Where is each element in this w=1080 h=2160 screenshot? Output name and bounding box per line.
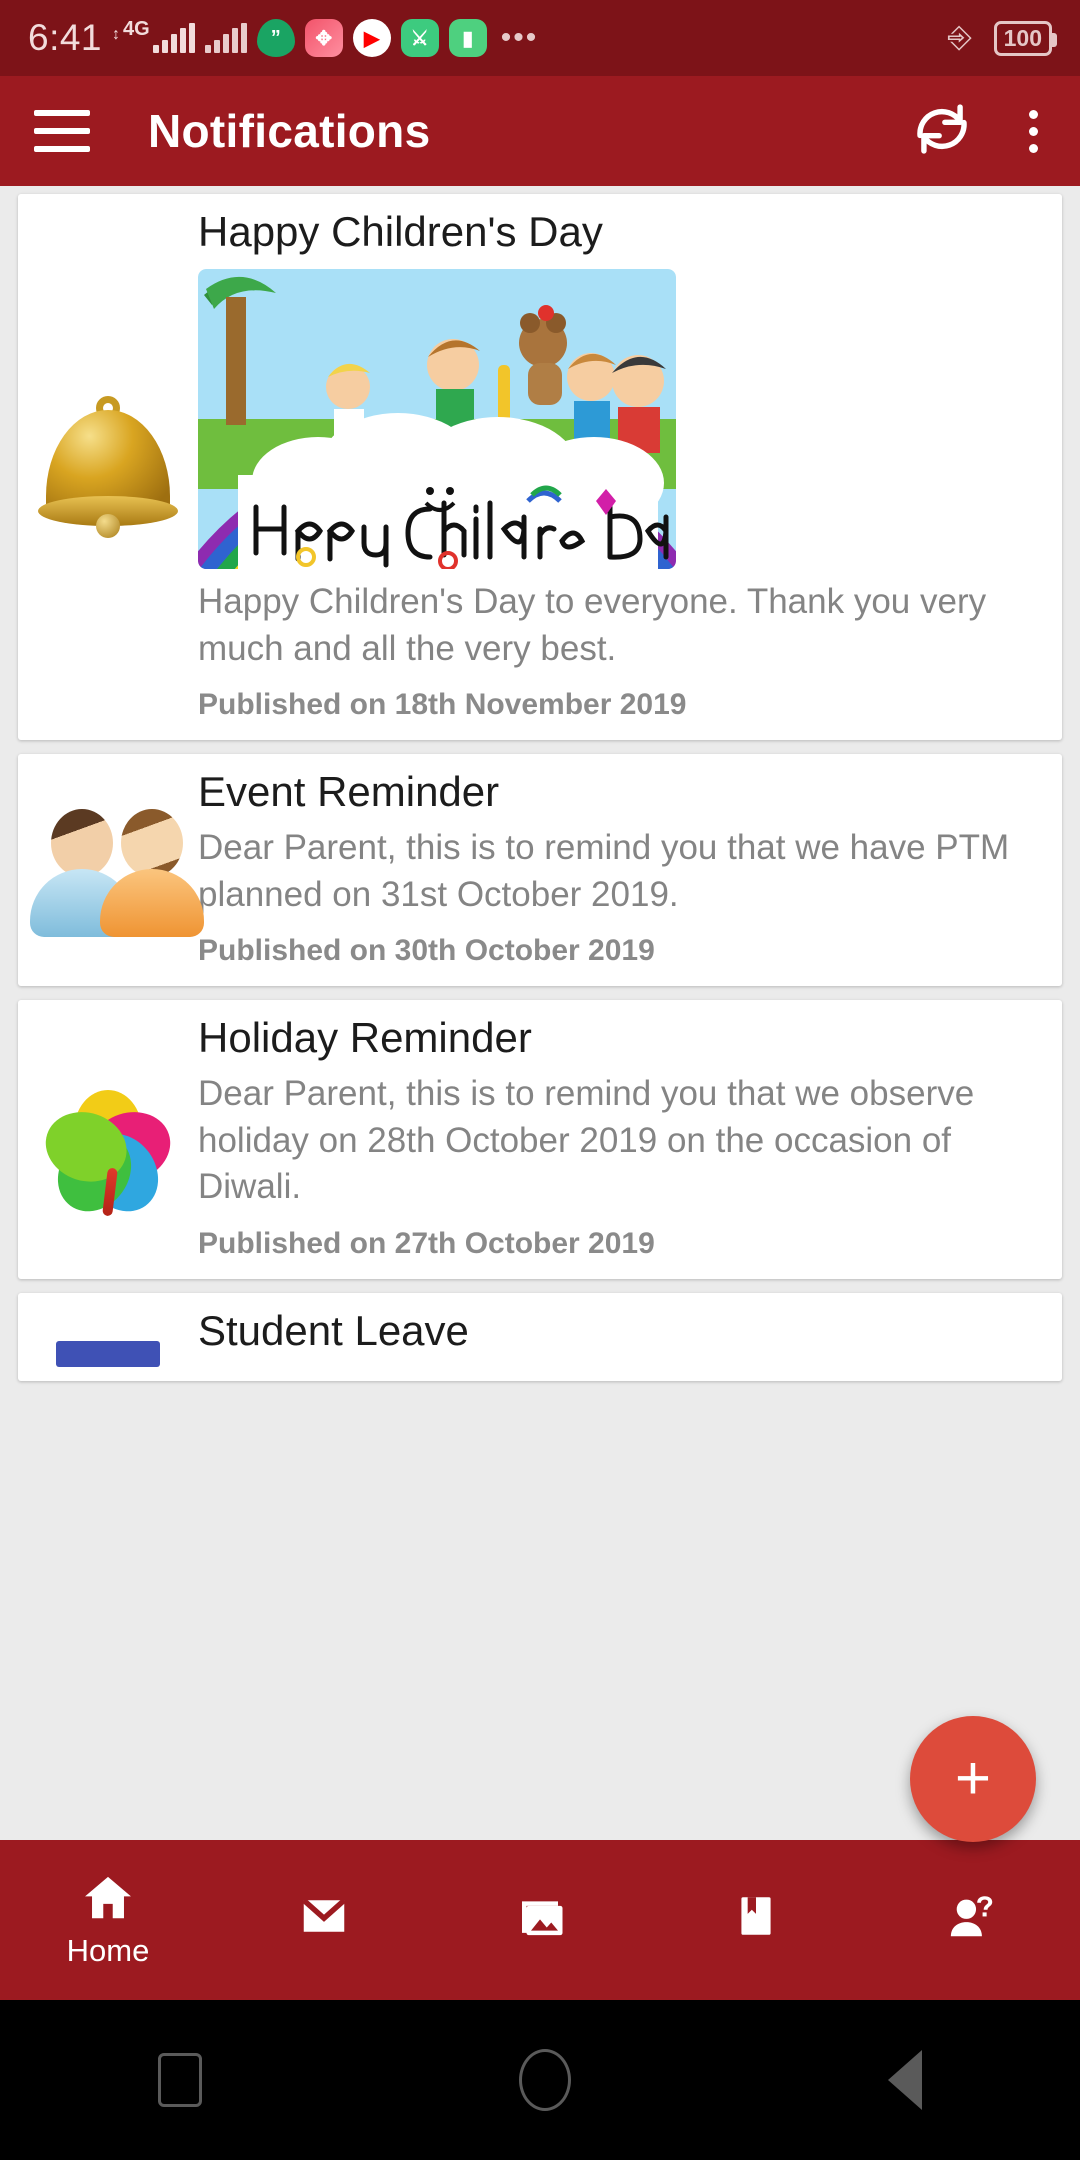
notification-title: Holiday Reminder [198, 1014, 532, 1062]
notification-title: Student Leave [198, 1306, 469, 1354]
phone-screen: 6:41 ↕ 4G ” ✥ ▶ ⚔ ▮ ••• ⎆ 100 Notificati… [0, 0, 1080, 2160]
plus-icon: + [954, 1744, 992, 1813]
status-bar: 6:41 ↕ 4G ” ✥ ▶ ⚔ ▮ ••• ⎆ 100 [0, 0, 1080, 76]
notification-published: Published on 27th October 2019 [198, 1226, 655, 1260]
gallery-icon [510, 1889, 570, 1943]
quote-app-icon: ” [256, 19, 295, 57]
notification-description: Dear Parent, this is to remind you that … [198, 1074, 975, 1207]
card-body: Happy Children's Day Happy Children's Da… [198, 208, 1062, 722]
notification-card[interactable]: Happy Children's Day Happy Children's Da… [18, 194, 1062, 741]
hamburger-menu-icon[interactable] [34, 110, 90, 152]
fitness-app-icon: ✥ [304, 19, 343, 57]
card-icon [18, 1014, 198, 1261]
notification-description: Happy Children's Day to everyone. Thank … [198, 582, 987, 668]
nav-item-mail[interactable] [216, 1889, 432, 1951]
triangle-back-icon[interactable] [887, 2050, 922, 2110]
notification-published: Published on 30th October 2019 [198, 934, 655, 968]
card-body: Event Reminder Dear Parent, this is to r… [198, 768, 1062, 968]
notification-published: Published on 18th November 2019 [198, 688, 687, 722]
green-app-icon: ⚔ [400, 19, 439, 57]
nav-item-home[interactable]: Home [0, 1871, 216, 1969]
signal-bars-sim2-icon [204, 23, 247, 53]
card-icon [18, 208, 198, 722]
nav-item-bookmark[interactable] [648, 1889, 864, 1951]
nav-item-gallery[interactable] [432, 1889, 648, 1951]
bottom-navigation: Home [0, 1840, 1080, 2000]
vibrate-icon: ⎆ [947, 21, 972, 54]
parents-icon [28, 793, 204, 943]
network-type-label: 4G [123, 18, 150, 40]
nav-label-home: Home [66, 1933, 150, 1968]
circle-home-icon[interactable] [518, 2049, 571, 2111]
signal-bars-sim1-icon [152, 23, 195, 53]
notification-description: Dear Parent, this is to remind you that … [198, 828, 1010, 914]
status-bar-right: ⎆ 100 [940, 20, 1058, 56]
person-help-icon [942, 1889, 1002, 1943]
notification-list[interactable]: Happy Children's Day Happy Children's Da… [0, 186, 1080, 1860]
refresh-icon[interactable] [911, 98, 973, 165]
chat-app-icon: ▮ [448, 19, 487, 57]
bell-icon [38, 390, 178, 540]
bookmark-icon [731, 1889, 781, 1943]
notification-image [198, 269, 676, 570]
notification-card[interactable]: Event Reminder Dear Parent, this is to r… [18, 754, 1062, 987]
nav-item-person-help[interactable] [864, 1889, 1080, 1951]
page-title: Notifications [148, 105, 431, 157]
status-overflow-dots: ••• [500, 21, 539, 54]
app-bar: Notifications [0, 76, 1080, 186]
youtube-app-icon: ▶ [352, 19, 391, 57]
add-button[interactable]: + [910, 1716, 1036, 1842]
notification-card[interactable]: Holiday Reminder Dear Parent, this is to… [18, 1000, 1062, 1279]
network-indicator: ↕ 4G [112, 18, 195, 53]
status-bar-left: 6:41 ↕ 4G ” ✥ ▶ ⚔ ▮ ••• [28, 17, 538, 59]
card-body: Student Leave [198, 1307, 1062, 1360]
more-vertical-icon[interactable] [1021, 102, 1046, 161]
card-icon [18, 768, 204, 968]
home-icon [79, 1871, 137, 1925]
blue-bar-icon [56, 1340, 160, 1367]
card-body: Holiday Reminder Dear Parent, this is to… [198, 1014, 1062, 1261]
notification-title: Event Reminder [198, 768, 500, 816]
status-time: 6:41 [28, 17, 103, 58]
square-recents-icon[interactable] [158, 2053, 203, 2107]
app-bar-actions [911, 98, 1046, 165]
battery-icon: 100 [993, 20, 1058, 56]
card-icon [18, 1307, 198, 1367]
notification-title: Happy Children's Day [198, 208, 603, 255]
mail-icon [295, 1889, 353, 1943]
android-navigation-bar [0, 2000, 1080, 2160]
data-updown-icon: ↕ [112, 26, 121, 43]
flower-icon [33, 1060, 183, 1226]
notification-card[interactable]: Student Leave [18, 1292, 1062, 1381]
